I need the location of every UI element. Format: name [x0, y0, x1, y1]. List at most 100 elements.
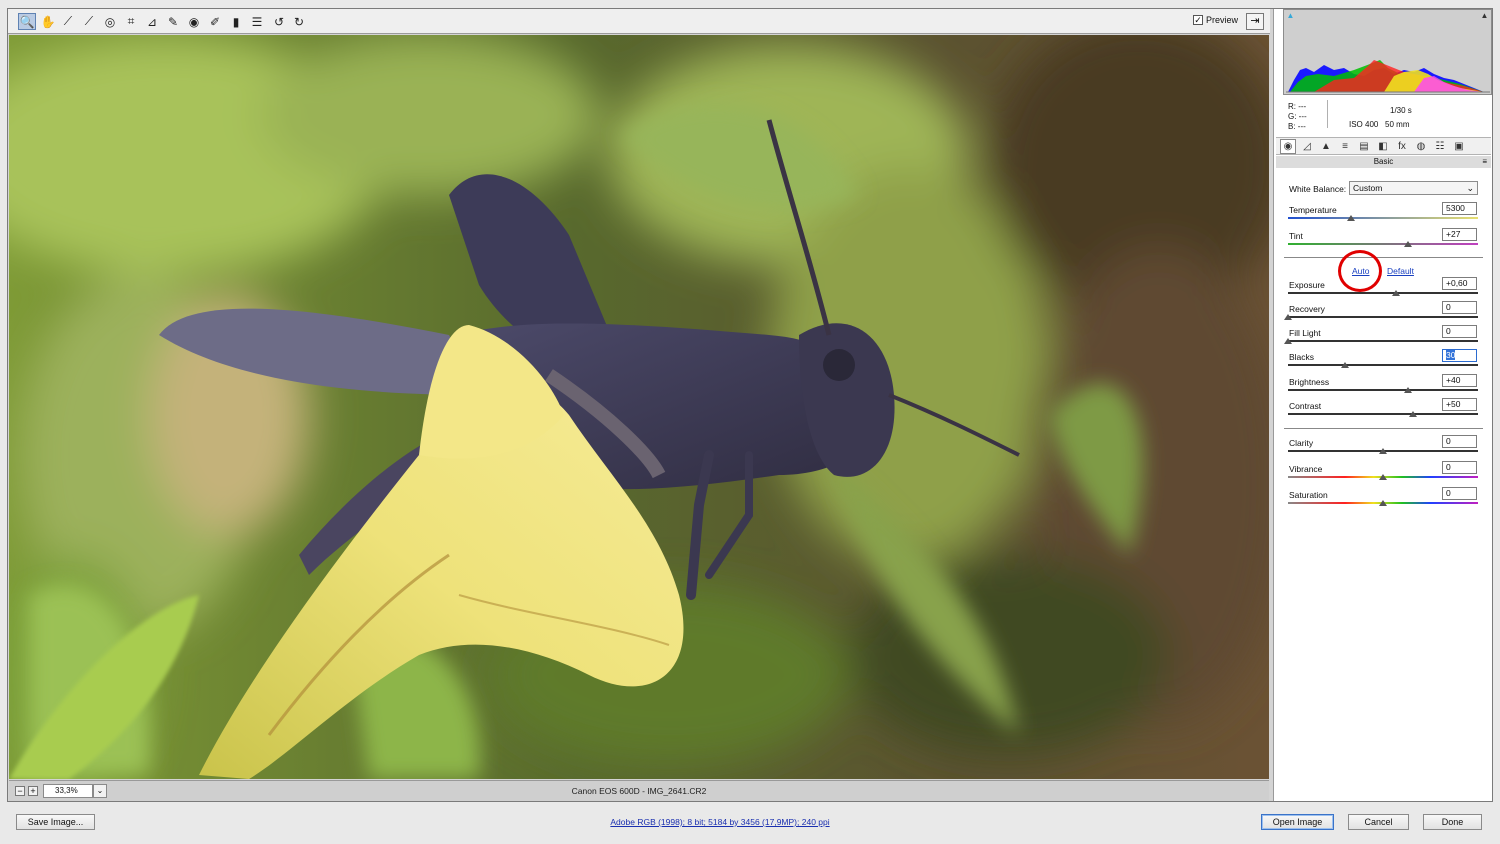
- recovery-slider-thumb[interactable]: [1284, 314, 1292, 320]
- saturation-value-field[interactable]: 0: [1442, 487, 1477, 500]
- panel-tab-2[interactable]: ◿: [1299, 139, 1315, 154]
- brightness-slider-thumb[interactable]: [1403, 387, 1412, 393]
- readout-divider: [1327, 100, 1328, 128]
- bottom-bar: Save Image... Adobe RGB (1998); 8 bit; 5…: [0, 803, 1500, 844]
- panel-tab-9[interactable]: ☷: [1432, 139, 1448, 154]
- open-image-button[interactable]: Open Image: [1261, 814, 1334, 830]
- tint-slider-track[interactable]: [1288, 243, 1478, 245]
- zoom-tool-button[interactable]: 🔍: [18, 13, 36, 30]
- blacks-value-field[interactable]: 30: [1442, 349, 1477, 362]
- clarity-label: Clarity: [1289, 438, 1314, 448]
- default-link[interactable]: Default: [1387, 266, 1414, 276]
- exposure-value: +0,60: [1446, 278, 1468, 288]
- divider: [1284, 428, 1483, 429]
- panel-tab-5[interactable]: ▤: [1356, 139, 1372, 154]
- rgb-readout: R: --- G: --- B: ---: [1288, 102, 1307, 132]
- adjustment-brush-tool-button[interactable]: ✐: [206, 13, 224, 30]
- focal-length: 50 mm: [1385, 120, 1410, 129]
- iso-focal-row: ISO 400 50 mm: [1344, 118, 1489, 132]
- graduated-filter-tool-button[interactable]: ▮: [227, 13, 245, 30]
- preferences-tool-button[interactable]: ☰: [248, 13, 266, 30]
- tint-slider-thumb[interactable]: [1403, 241, 1412, 247]
- workflow-options-link[interactable]: Adobe RGB (1998); 8 bit; 5184 by 3456 (1…: [0, 817, 1440, 827]
- exposure-value-field[interactable]: +0,60: [1442, 277, 1477, 290]
- highlight-clipping-icon[interactable]: ▲: [1480, 12, 1489, 20]
- white-balance-select[interactable]: Custom ⌄: [1349, 181, 1478, 195]
- panel-tab-1[interactable]: ◉: [1280, 139, 1296, 154]
- shadow-clipping-icon[interactable]: ▲: [1286, 12, 1295, 20]
- saturation-slider-thumb[interactable]: [1379, 500, 1387, 506]
- panel-tab-8[interactable]: ◍: [1413, 139, 1429, 154]
- grasshopper-photo: [9, 35, 1269, 779]
- rotate-right-icon: ↻: [293, 14, 305, 29]
- done-button[interactable]: Done: [1423, 814, 1482, 830]
- brightness-label: Brightness: [1289, 377, 1330, 387]
- recovery-label: Recovery: [1289, 304, 1325, 314]
- panel-tab-6[interactable]: ◧: [1375, 139, 1391, 154]
- fill-light-value-field[interactable]: 0: [1442, 325, 1477, 338]
- fill-light-slider-track[interactable]: [1288, 340, 1478, 342]
- clarity-value-field[interactable]: 0: [1442, 435, 1477, 448]
- contrast-slider-thumb[interactable]: [1409, 411, 1418, 417]
- brush-icon: ✐: [209, 14, 221, 29]
- preview-label: Preview: [1206, 15, 1239, 25]
- temperature-slider-thumb[interactable]: [1346, 215, 1355, 221]
- straighten-tool-button[interactable]: ⊿: [143, 13, 161, 30]
- panel-tab-3[interactable]: ▲: [1318, 139, 1334, 154]
- color-sampler-tool-button[interactable]: ⟋: [80, 13, 98, 30]
- contrast-value-field[interactable]: +50: [1442, 398, 1477, 411]
- recovery-value-field[interactable]: 0: [1442, 301, 1477, 314]
- vibrance-value: 0: [1446, 462, 1451, 472]
- contrast-value: +50: [1446, 399, 1461, 409]
- targeted-adjustment-tool-button[interactable]: ◎: [101, 13, 119, 30]
- white-balance-tool-button[interactable]: ⟋: [59, 13, 77, 30]
- image-preview[interactable]: [9, 35, 1269, 779]
- red-eye-tool-button[interactable]: ◉: [185, 13, 203, 30]
- shutter-speed: 1/30 s: [1390, 106, 1412, 115]
- tint-value-field[interactable]: +27: [1442, 228, 1477, 241]
- hand-tool-button[interactable]: ✋: [39, 13, 57, 30]
- camera-info: 1/30 s ISO 400 50 mm: [1344, 104, 1489, 132]
- fullscreen-icon[interactable]: ⇥: [1246, 13, 1264, 30]
- cancel-button[interactable]: Cancel: [1348, 814, 1409, 830]
- rotate-right-tool-button[interactable]: ↻: [290, 13, 308, 30]
- vibrance-value-field[interactable]: 0: [1442, 461, 1477, 474]
- tint-label: Tint: [1289, 231, 1303, 241]
- green-readout: G: ---: [1288, 112, 1307, 121]
- exposure-slider-thumb[interactable]: [1392, 290, 1401, 296]
- temperature-slider-track[interactable]: [1288, 217, 1478, 219]
- panel-tab-4[interactable]: ≡: [1337, 139, 1353, 154]
- blue-readout: B: ---: [1288, 122, 1306, 131]
- crop-tool-button[interactable]: ⌗: [122, 13, 140, 30]
- blacks-slider-track[interactable]: [1288, 364, 1478, 366]
- panel-menu-icon[interactable]: ≡: [1482, 156, 1487, 168]
- saturation-value: 0: [1446, 488, 1451, 498]
- chevron-down-icon: ⌄: [1466, 183, 1474, 193]
- rotate-left-tool-button[interactable]: ↺: [270, 13, 288, 30]
- brightness-value-field[interactable]: +40: [1442, 374, 1477, 387]
- hand-icon: ✋: [40, 14, 56, 29]
- panel-tab-7[interactable]: fx: [1394, 139, 1410, 154]
- clarity-slider-thumb[interactable]: [1379, 448, 1387, 454]
- contrast-slider-track[interactable]: [1288, 413, 1478, 415]
- exposure-slider-track[interactable]: [1288, 292, 1478, 294]
- image-status-bar: − + 33,3% ⌄ Canon EOS 600D - IMG_2641.CR…: [9, 780, 1269, 801]
- spot-removal-tool-button[interactable]: ✎: [164, 13, 182, 30]
- preview-toggle[interactable]: ✓ Preview: [1193, 15, 1238, 25]
- blacks-slider-thumb[interactable]: [1341, 362, 1349, 368]
- brightness-slider-track[interactable]: [1288, 389, 1478, 391]
- histogram: ▲ ▲: [1283, 9, 1492, 95]
- exposure-label: Exposure: [1289, 280, 1325, 290]
- panel-tab-10[interactable]: ▣: [1451, 139, 1467, 154]
- fill-light-slider-thumb[interactable]: [1284, 338, 1292, 344]
- toolbar: 🔍 ✋ ⟋ ⟋ ◎ ⌗ ⊿ ✎ ◉ ✐ ▮ ☰ ↺ ↻ ✓ Preview ⇥: [8, 9, 1270, 34]
- fill-light-value: 0: [1446, 326, 1451, 336]
- temperature-label: Temperature: [1289, 205, 1337, 215]
- preview-checkbox[interactable]: ✓: [1193, 15, 1203, 25]
- rotate-left-icon: ↺: [273, 14, 285, 29]
- recovery-slider-track[interactable]: [1288, 316, 1478, 318]
- spot-removal-icon: ✎: [167, 14, 179, 29]
- vibrance-slider-thumb[interactable]: [1379, 474, 1387, 480]
- list-icon: ☰: [251, 14, 263, 29]
- temperature-value-field[interactable]: 5300: [1442, 202, 1477, 215]
